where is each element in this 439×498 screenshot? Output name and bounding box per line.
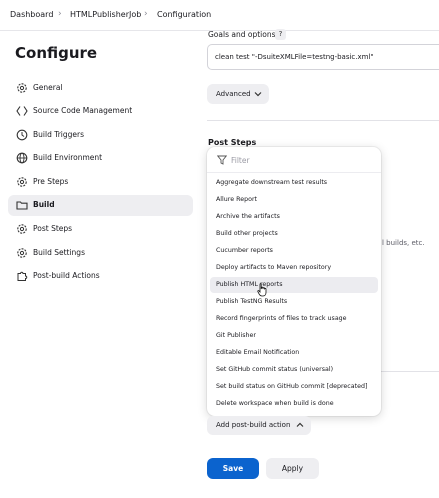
sidebar-item-label: Source Code Management: [33, 106, 133, 115]
menu-item-label: Git Publisher: [216, 332, 257, 339]
sidebar-item-label: Build Settings: [33, 248, 85, 257]
hand-cursor-icon: [257, 283, 267, 297]
sidebar-item-build-settings[interactable]: Build Settings: [8, 243, 193, 264]
sidebar-item-label: Build Environment: [33, 153, 103, 162]
section-divider: [207, 120, 439, 121]
menu-item-label: Archive the artifacts: [216, 213, 280, 220]
add-post-build-action-label: Add post-build action: [216, 421, 291, 429]
sidebar-item-label: Pre Steps: [33, 177, 69, 186]
breadcrumb: Dashboard › HTMLPublisherJob › Configura…: [0, 0, 439, 31]
sidebar-item-label: Build: [33, 200, 55, 209]
breadcrumb-configuration[interactable]: Configuration: [157, 10, 211, 19]
menu-item-label: Deploy artifacts to Maven repository: [216, 264, 332, 271]
menu-item-delete-workspace[interactable]: Delete workspace when build is done: [210, 396, 378, 412]
sidebar-item-general[interactable]: General: [8, 78, 193, 99]
menu-item-label: Allure Report: [216, 196, 257, 203]
sidebar-item-label: Post-build Actions: [33, 271, 100, 280]
breadcrumb-separator-icon: ›: [58, 9, 62, 19]
menu-item-archive-artifacts[interactable]: Archive the artifacts: [210, 209, 378, 225]
menu-item-label: Editable Email Notification: [216, 349, 300, 356]
menu-item-label: Aggregate downstream test results: [216, 179, 328, 186]
page-title: Configure: [15, 44, 98, 62]
sidebar-item-label: Build Triggers: [33, 130, 84, 139]
menu-item-label: Set GitHub commit status (universal): [216, 366, 334, 373]
breadcrumb-job[interactable]: HTMLPublisherJob: [70, 10, 141, 19]
menu-item-git-publisher[interactable]: Git Publisher: [210, 328, 378, 344]
gear-icon: [17, 248, 27, 258]
breadcrumb-dashboard[interactable]: Dashboard: [10, 10, 53, 19]
code-branch-icon: [16, 106, 28, 116]
puzzle-icon: [17, 271, 28, 281]
sidebar-item-pre-steps[interactable]: Pre Steps: [8, 172, 193, 193]
background-text-fragment: l builds, etc.: [382, 239, 425, 247]
menu-item-label: Publish HTML reports: [216, 281, 283, 288]
filter-divider: [207, 172, 381, 173]
menu-item-publish-testng-results[interactable]: Publish TestNG Results: [210, 294, 378, 310]
menu-item-label: Record fingerprints of files to track us…: [216, 315, 347, 322]
menu-item-label: Delete workspace when build is done: [216, 400, 334, 407]
menu-item-github-build-status[interactable]: Set build status on GitHub commit [depre…: [210, 379, 378, 395]
goals-label: Goals and options: [208, 30, 276, 39]
sidebar-item-label: General: [33, 83, 63, 92]
sidebar-item-source-code-management[interactable]: Source Code Management: [8, 101, 193, 122]
section-divider: [381, 371, 439, 372]
gear-icon: [17, 83, 27, 93]
filter-input[interactable]: [231, 153, 371, 167]
sidebar-item-post-steps[interactable]: Post Steps: [8, 219, 193, 240]
globe-icon: [16, 152, 28, 164]
advanced-label: Advanced: [216, 90, 251, 98]
menu-item-build-other-projects[interactable]: Build other projects: [210, 226, 378, 242]
menu-item-cucumber-reports[interactable]: Cucumber reports: [210, 243, 378, 259]
apply-button[interactable]: Apply: [266, 458, 319, 479]
save-button-label: Save: [222, 464, 244, 473]
menu-item-allure-report[interactable]: Allure Report: [210, 192, 378, 208]
breadcrumb-separator-icon: ›: [144, 9, 148, 19]
chevron-up-icon: [296, 422, 304, 427]
gear-icon: [17, 177, 27, 187]
sidebar-item-post-build-actions[interactable]: Post-build Actions: [8, 266, 193, 287]
menu-item-deploy-maven[interactable]: Deploy artifacts to Maven repository: [210, 260, 378, 276]
sidebar-item-build[interactable]: Build: [8, 195, 193, 216]
add-post-build-action-button[interactable]: Add post-build action: [207, 416, 311, 435]
menu-item-github-commit-status[interactable]: Set GitHub commit status (universal): [210, 362, 378, 378]
menu-item-editable-email[interactable]: Editable Email Notification: [210, 345, 378, 361]
menu-item-record-fingerprints[interactable]: Record fingerprints of files to track us…: [210, 311, 378, 327]
sidebar-item-build-triggers[interactable]: Build Triggers: [8, 125, 193, 146]
menu-item-label: Set build status on GitHub commit [depre…: [216, 383, 368, 390]
sidebar-item-label: Post Steps: [33, 224, 73, 233]
save-button[interactable]: Save: [207, 458, 259, 479]
menu-item-publish-html-reports[interactable]: Publish HTML reports: [210, 277, 378, 293]
gear-icon: [17, 224, 27, 234]
advanced-button[interactable]: Advanced: [207, 84, 269, 104]
filter-icon: [217, 155, 227, 165]
folder-icon: [16, 201, 28, 210]
clock-icon: [16, 129, 28, 141]
help-button[interactable]: ?: [275, 29, 286, 40]
chevron-down-icon: [254, 92, 262, 97]
goals-input[interactable]: clean test "-DsuiteXMLFile=testng-basic.…: [207, 44, 439, 70]
menu-item-label: Cucumber reports: [216, 247, 273, 254]
menu-item-label: Publish TestNG Results: [216, 298, 288, 305]
post-build-action-menu: Aggregate downstream test results Allure…: [207, 147, 381, 416]
menu-item-label: Build other projects: [216, 230, 278, 237]
post-steps-title: Post Steps: [208, 138, 257, 147]
menu-item-aggregate-downstream[interactable]: Aggregate downstream test results: [210, 175, 378, 191]
apply-button-label: Apply: [281, 464, 304, 473]
sidebar-item-build-environment[interactable]: Build Environment: [8, 148, 193, 169]
